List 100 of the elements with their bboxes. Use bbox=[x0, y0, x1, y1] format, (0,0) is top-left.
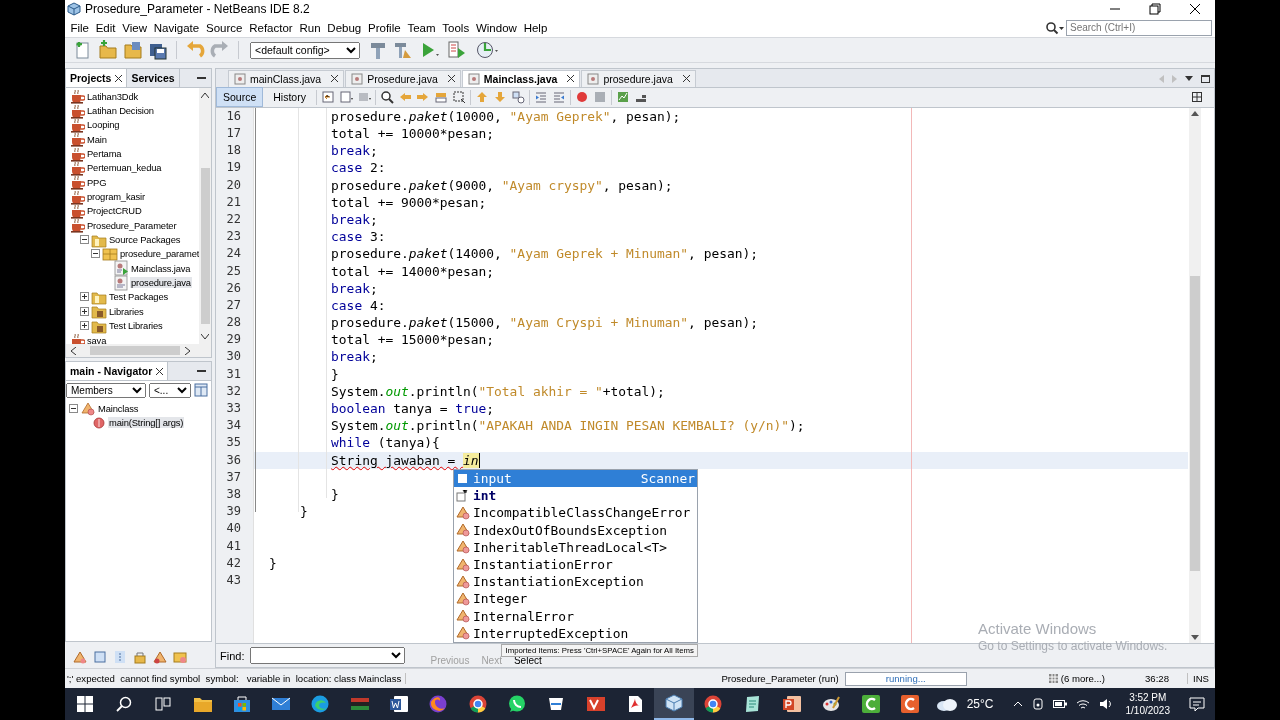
tree-item[interactable]: Mainclass.java bbox=[130, 262, 192, 274]
slides-icon[interactable] bbox=[782, 694, 802, 714]
chat-bubble-icon[interactable] bbox=[506, 694, 527, 714]
restore-icon[interactable] bbox=[1149, 3, 1161, 15]
find-field[interactable] bbox=[250, 647, 406, 665]
battery-icon[interactable] bbox=[1052, 699, 1067, 709]
menu-item[interactable]: Tools bbox=[438, 21, 473, 34]
completion-item[interactable]: int bbox=[454, 487, 697, 505]
menu-item[interactable]: Navigate bbox=[150, 21, 203, 34]
c-logo-icon[interactable] bbox=[860, 694, 881, 714]
completion-item[interactable]: InstantiationError bbox=[454, 555, 697, 574]
class-icon[interactable] bbox=[153, 649, 167, 664]
config-dropdown[interactable]: <default config> bbox=[250, 41, 360, 59]
dots-icon[interactable] bbox=[113, 649, 127, 664]
completion-item[interactable]: Integer bbox=[454, 590, 697, 608]
v-logo-icon[interactable] bbox=[585, 694, 606, 714]
tree-item[interactable]: Test Packages bbox=[108, 291, 170, 303]
chrome-icon[interactable] bbox=[467, 694, 488, 714]
completion-item[interactable]: InstantiationException bbox=[454, 573, 697, 591]
close-icon[interactable] bbox=[331, 75, 339, 83]
expand-icon[interactable] bbox=[80, 306, 89, 316]
up-arrow-icon[interactable] bbox=[1191, 110, 1199, 116]
open-folder-icon[interactable] bbox=[123, 40, 143, 60]
down-arrow-icon[interactable] bbox=[1191, 635, 1199, 641]
menu-item[interactable]: Help bbox=[520, 21, 551, 34]
tree-item[interactable]: Pertama bbox=[86, 148, 123, 160]
cube-icon[interactable] bbox=[664, 693, 685, 713]
menu-item[interactable]: Run bbox=[296, 21, 324, 34]
menu-item[interactable]: Debug bbox=[323, 21, 365, 34]
tree-item[interactable]: ProjectCRUD bbox=[86, 205, 143, 217]
menu-item[interactable]: Source bbox=[202, 21, 246, 34]
editor-tab[interactable]: prosedure.java bbox=[581, 69, 696, 87]
editor-tab[interactable]: mainClass.java bbox=[228, 69, 345, 87]
swirl-icon[interactable] bbox=[310, 694, 331, 714]
tree-item[interactable]: Main bbox=[86, 133, 108, 145]
editor-tab[interactable]: Mainclass.java bbox=[461, 69, 581, 87]
back-icon[interactable] bbox=[320, 90, 335, 105]
menu-item[interactable]: View bbox=[118, 21, 151, 34]
filter-dropdown[interactable]: <... bbox=[149, 383, 191, 399]
record-icon[interactable] bbox=[574, 90, 589, 105]
layout-icon[interactable] bbox=[194, 383, 208, 398]
tree-item[interactable]: prosedure.java bbox=[130, 277, 192, 289]
panel-tab[interactable]: Projects bbox=[66, 69, 128, 87]
close-icon[interactable] bbox=[1189, 3, 1201, 15]
search-icon[interactable] bbox=[115, 696, 132, 712]
task-view-icon[interactable] bbox=[155, 696, 172, 712]
menu-item[interactable]: Refactor bbox=[245, 21, 297, 34]
notification-icon[interactable] bbox=[1189, 697, 1205, 711]
more-tasks-link[interactable]: (6 more...) bbox=[1060, 673, 1105, 684]
lock-icon[interactable] bbox=[133, 649, 147, 664]
view-tab[interactable]: Source bbox=[216, 87, 264, 108]
wifi-icon[interactable] bbox=[1075, 698, 1090, 710]
tree-item[interactable]: Prosedure_Parameter bbox=[86, 219, 178, 231]
panel-tab[interactable]: main - Navigator bbox=[66, 362, 169, 381]
close-icon[interactable] bbox=[682, 75, 690, 83]
expand-icon[interactable] bbox=[80, 292, 89, 302]
minimize-icon[interactable] bbox=[197, 369, 206, 373]
speaker-icon[interactable] bbox=[1098, 698, 1113, 710]
tree-item[interactable]: program_kasir bbox=[86, 191, 146, 203]
collapse-icon[interactable] bbox=[80, 235, 89, 245]
menu-item[interactable]: File bbox=[67, 21, 93, 34]
editor-tab[interactable]: Prosedure.java bbox=[345, 69, 461, 87]
close-icon[interactable] bbox=[447, 75, 455, 83]
gauge-icon[interactable] bbox=[476, 40, 500, 60]
collapse-icon[interactable] bbox=[69, 404, 78, 414]
chevron-up-icon[interactable] bbox=[1012, 701, 1023, 707]
shapes-icon[interactable] bbox=[510, 90, 525, 105]
completion-item[interactable]: input Scanner bbox=[454, 470, 697, 488]
completion-item[interactable]: InterruptedException bbox=[454, 624, 697, 642]
menu-item[interactable]: Window bbox=[472, 21, 521, 34]
expand-icon[interactable] bbox=[80, 321, 89, 331]
device-icon[interactable] bbox=[1031, 698, 1044, 710]
search-field[interactable]: Search (Ctrl+I) bbox=[1066, 19, 1212, 36]
completion-item[interactable]: IncompatibleClassChangeError bbox=[454, 504, 697, 522]
selection-icon[interactable] bbox=[451, 90, 466, 105]
hammer-icon[interactable] bbox=[368, 40, 388, 60]
down-triangle-icon[interactable] bbox=[1185, 76, 1193, 82]
tree-item[interactable]: Latihan3Ddk bbox=[86, 90, 139, 102]
close-icon[interactable] bbox=[156, 367, 164, 375]
tree-item[interactable]: Latihan Decision bbox=[86, 105, 155, 116]
menu-item[interactable]: Team bbox=[404, 21, 439, 34]
c-logo-icon[interactable] bbox=[899, 694, 920, 714]
tree-item[interactable]: Source Packages bbox=[108, 234, 182, 246]
close-icon[interactable] bbox=[567, 75, 575, 83]
completion-item[interactable]: InheritableThreadLocal<T> bbox=[454, 538, 697, 556]
chrome-icon[interactable] bbox=[703, 694, 724, 714]
collapse-icon[interactable] bbox=[91, 249, 100, 259]
word-icon[interactable] bbox=[389, 694, 409, 714]
menu-item[interactable]: Profile bbox=[364, 21, 404, 34]
tree-item[interactable]: Mainclass bbox=[97, 403, 140, 415]
hammer-broom-icon[interactable] bbox=[393, 40, 413, 60]
panel-tab[interactable]: Services bbox=[127, 69, 180, 87]
class-icon[interactable] bbox=[73, 649, 87, 664]
close-icon[interactable] bbox=[115, 74, 123, 82]
palette-icon[interactable] bbox=[821, 694, 842, 714]
tree-item[interactable]: prosedure_paramet bbox=[119, 248, 199, 260]
tree-item[interactable]: Looping bbox=[86, 119, 121, 131]
split-icon[interactable] bbox=[1192, 92, 1202, 103]
tree-item[interactable]: Libraries bbox=[108, 305, 145, 317]
windows-icon[interactable] bbox=[76, 696, 93, 712]
